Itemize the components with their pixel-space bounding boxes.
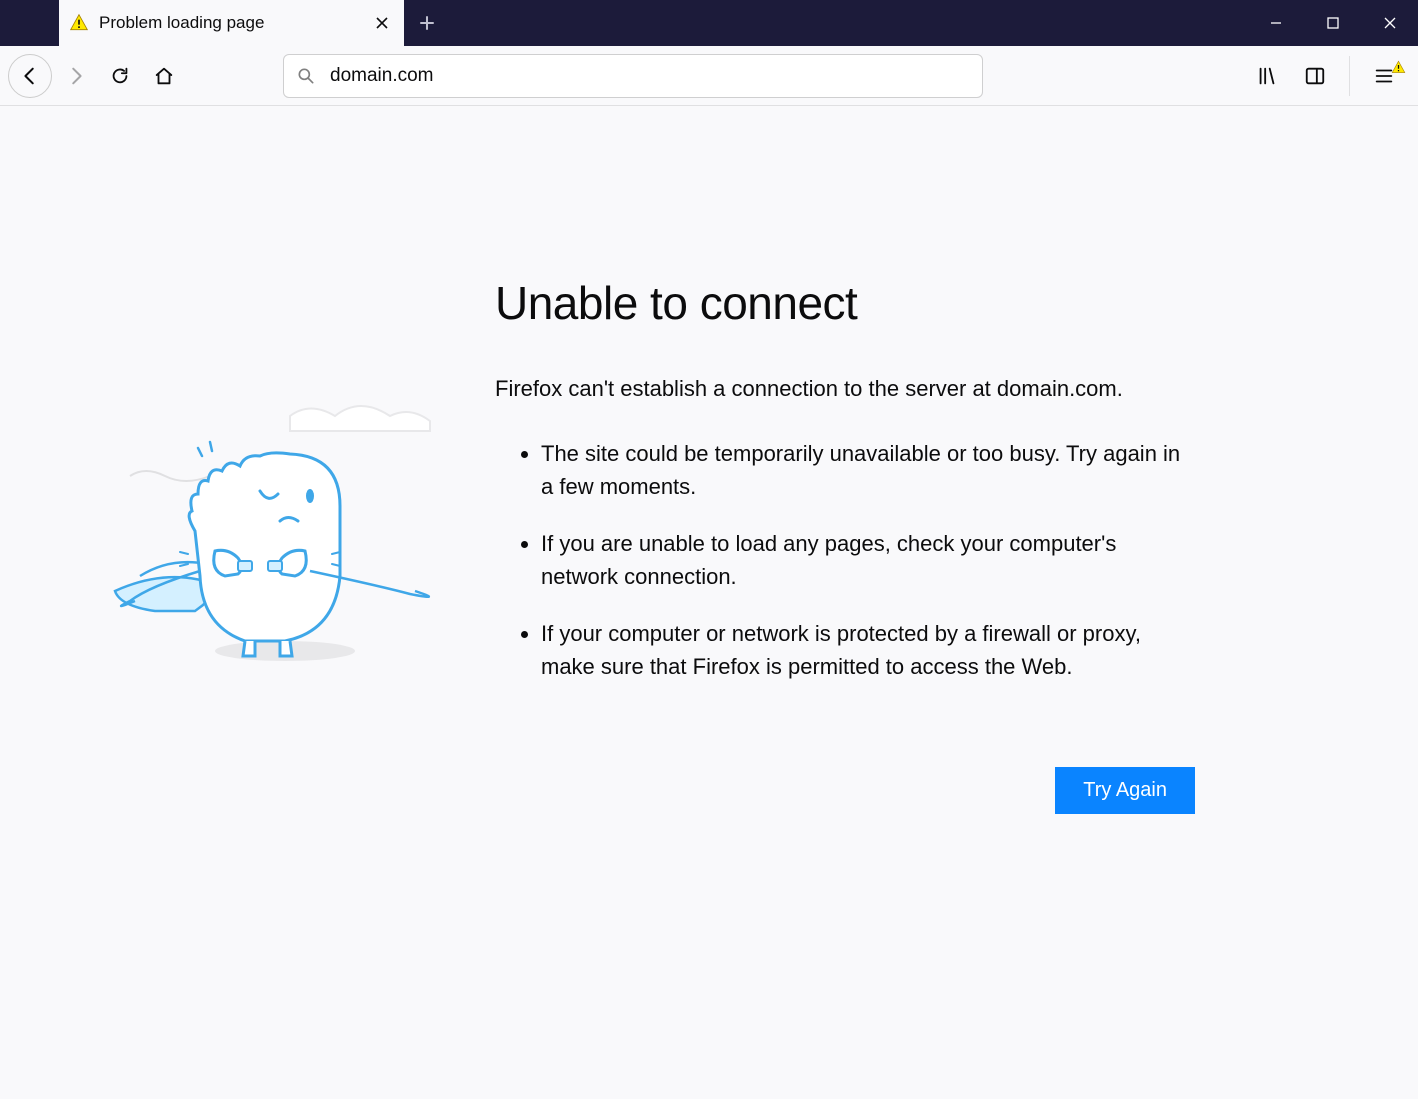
menu-warning-badge-icon <box>1391 60 1406 75</box>
list-item: If your computer or network is protected… <box>541 617 1195 683</box>
window-controls <box>1247 0 1418 46</box>
new-tab-button[interactable] <box>404 0 450 46</box>
try-again-button[interactable]: Try Again <box>1055 767 1195 814</box>
address-bar[interactable] <box>283 54 983 98</box>
error-suggestions-list: The site could be temporarily unavailabl… <box>495 437 1195 683</box>
url-input[interactable] <box>330 65 970 87</box>
browser-tab[interactable]: Problem loading page <box>59 0 404 46</box>
minimize-button[interactable] <box>1247 0 1304 46</box>
list-item: If you are unable to load any pages, che… <box>541 527 1195 593</box>
error-description: Firefox can't establish a connection to … <box>495 374 1195 405</box>
maximize-button[interactable] <box>1304 0 1361 46</box>
warning-icon <box>69 13 89 33</box>
list-item: The site could be temporarily unavailabl… <box>541 437 1195 503</box>
error-title: Unable to connect <box>495 276 1195 330</box>
tab-title: Problem loading page <box>99 13 370 33</box>
library-button[interactable] <box>1247 56 1287 96</box>
reload-button[interactable] <box>100 56 140 96</box>
home-button[interactable] <box>144 56 184 96</box>
error-illustration <box>110 276 450 814</box>
error-page-content: Unable to connect Firefox can't establis… <box>0 106 1418 814</box>
title-bar: Problem loading page <box>0 0 1418 46</box>
forward-button <box>56 56 96 96</box>
back-button[interactable] <box>8 54 52 98</box>
navigation-toolbar <box>0 46 1418 106</box>
tab-close-button[interactable] <box>370 11 394 35</box>
search-icon <box>296 66 316 86</box>
sidebar-button[interactable] <box>1295 56 1335 96</box>
close-window-button[interactable] <box>1361 0 1418 46</box>
